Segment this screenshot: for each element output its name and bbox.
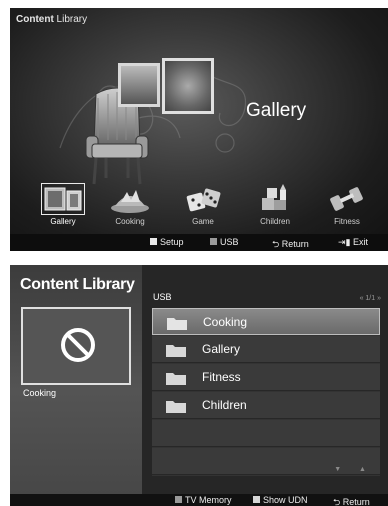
category-children[interactable]: Children [245, 184, 305, 226]
file-list-panel: USB « 1/1 » Cooking Gallery Fitness Chil… [142, 265, 388, 494]
green-button-icon [210, 238, 217, 245]
folder-icon [166, 401, 186, 413]
list-item-fitness[interactable]: Fitness [152, 364, 380, 391]
green-button-icon [175, 496, 182, 503]
scroll-arrows[interactable]: ▼ ▲ [334, 466, 374, 473]
content-library-home-screen: Content Library Gallery Gallery Cooking … [10, 8, 388, 251]
cooking-icon [111, 190, 149, 213]
content-library-browser-screen: Content Library Cooking USB « 1/1 » Cook… [10, 265, 388, 506]
footer-bar: Setup USB ⮌ Return ⇥▮ Exit [10, 234, 388, 251]
category-bar: Gallery Cooking Game Children Fitness [10, 183, 388, 232]
exit-button[interactable]: ⇥▮ Exit [338, 237, 368, 248]
list-item-label: Cooking [203, 315, 248, 329]
dumbbell-icon [330, 187, 363, 211]
page-title: Content Library [20, 276, 135, 293]
preview-label: Cooking [23, 388, 57, 398]
screen-title: Content Library [16, 14, 88, 25]
selected-category-title: Gallery [246, 100, 307, 121]
return-button[interactable]: ⮌ Return [333, 495, 370, 506]
preview-panel: Content Library Cooking [10, 265, 142, 494]
picture-frame-floral [162, 58, 214, 114]
category-gallery[interactable]: Gallery [33, 183, 93, 226]
blocks-icon [262, 184, 286, 210]
folder-icon [166, 345, 186, 357]
folder-list: Cooking Gallery Fitness Children ▼ ▲ [152, 308, 380, 476]
category-label: Children [260, 217, 290, 226]
folder-icon [167, 318, 187, 330]
return-icon: ⮌ [333, 497, 343, 506]
category-cooking[interactable]: Cooking [100, 184, 160, 226]
dice-icon [186, 188, 221, 212]
list-item-empty [152, 420, 380, 447]
source-label: USB [153, 292, 172, 302]
exit-icon: ⇥▮ [338, 237, 353, 247]
folder-icon [166, 373, 186, 385]
preview-thumbnail [21, 307, 131, 385]
red-button-icon [150, 238, 157, 245]
category-fitness[interactable]: Fitness [317, 184, 377, 226]
usb-button[interactable]: USB [210, 237, 239, 247]
setup-button[interactable]: Setup [150, 237, 184, 247]
list-item-label: Gallery [202, 342, 241, 356]
category-label: Game [192, 217, 214, 226]
list-item-cooking[interactable]: Cooking [152, 308, 380, 335]
list-item-children[interactable]: Children [152, 392, 380, 419]
list-item-gallery[interactable]: Gallery [152, 336, 380, 363]
list-item-label: Children [202, 398, 247, 412]
no-preview-icon [61, 328, 95, 362]
show-udn-button[interactable]: Show UDN [253, 495, 308, 505]
return-icon: ⮌ [272, 239, 282, 249]
picture-frame-landscape [118, 63, 160, 107]
yellow-button-icon [253, 496, 260, 503]
tv-memory-button[interactable]: TV Memory [175, 495, 232, 505]
list-item-label: Fitness [202, 370, 241, 384]
category-game[interactable]: Game [173, 184, 233, 226]
category-label: Gallery [50, 217, 76, 226]
category-label: Fitness [334, 217, 360, 226]
category-label: Cooking [115, 217, 145, 226]
return-button[interactable]: ⮌ Return [272, 237, 309, 251]
footer-bar: TV Memory Show UDN ⮌ Return [10, 494, 388, 506]
page-indicator[interactable]: « 1/1 » [360, 295, 381, 302]
gallery-icon [41, 183, 85, 215]
